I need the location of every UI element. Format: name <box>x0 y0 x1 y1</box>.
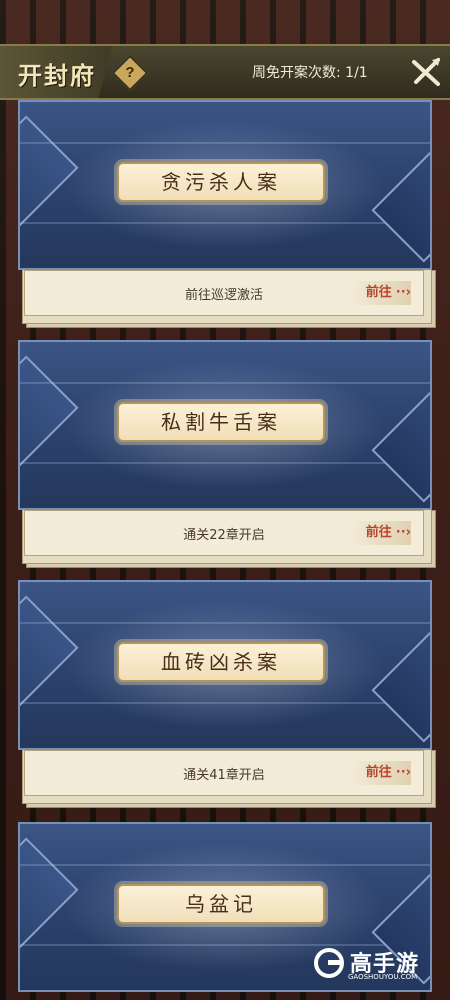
case-card-footer: 通关41章开启 前往 ··› <box>24 750 424 796</box>
goto-button[interactable]: 前往 ··› <box>347 761 411 785</box>
case-card-2[interactable]: 私割牛舌案 通关22章开启 前往 ··› <box>18 340 436 568</box>
case-name: 乌盆记 <box>117 884 325 924</box>
page-title: 开封府 <box>18 61 96 90</box>
arrow-right-icon: ··› <box>395 525 411 540</box>
arrow-right-icon: ··› <box>395 285 411 300</box>
close-icon <box>412 58 440 86</box>
question-icon: ? <box>125 64 135 81</box>
case-card-3[interactable]: 血砖凶杀案 通关41章开启 前往 ··› <box>18 580 436 808</box>
top-bar: 开封府 ? 周免开案次数: 1/1 <box>0 44 450 100</box>
watermark-domain: GAOSHOUYOU.COM <box>348 973 418 981</box>
watermark: 高手游 GAOSHOUYOU.COM <box>314 946 434 988</box>
goto-label: 前往 <box>365 765 392 780</box>
case-name: 贪污杀人案 <box>117 162 325 202</box>
case-card-1[interactable]: 贪污杀人案 前往巡逻激活 前往 ··› <box>18 100 436 328</box>
case-card-banner: 私割牛舌案 <box>18 340 432 510</box>
close-button[interactable] <box>408 54 444 90</box>
case-card-banner: 贪污杀人案 <box>18 100 432 270</box>
case-name: 血砖凶杀案 <box>117 642 325 682</box>
help-button[interactable]: ? <box>111 54 149 92</box>
goto-label: 前往 <box>365 525 392 540</box>
arrow-right-icon: ··› <box>395 765 411 780</box>
goto-button[interactable]: 前往 ··› <box>347 521 411 545</box>
free-count-text: 周免开案次数: 1/1 <box>252 65 368 81</box>
case-card-footer: 通关22章开启 前往 ··› <box>24 510 424 556</box>
case-card-banner: 血砖凶杀案 <box>18 580 432 750</box>
goto-label: 前往 <box>365 285 392 300</box>
case-card-footer: 前往巡逻激活 前往 ··› <box>24 270 424 316</box>
goto-button[interactable]: 前往 ··› <box>347 281 411 305</box>
brand-logo-icon <box>314 948 344 978</box>
case-name: 私割牛舌案 <box>117 402 325 442</box>
